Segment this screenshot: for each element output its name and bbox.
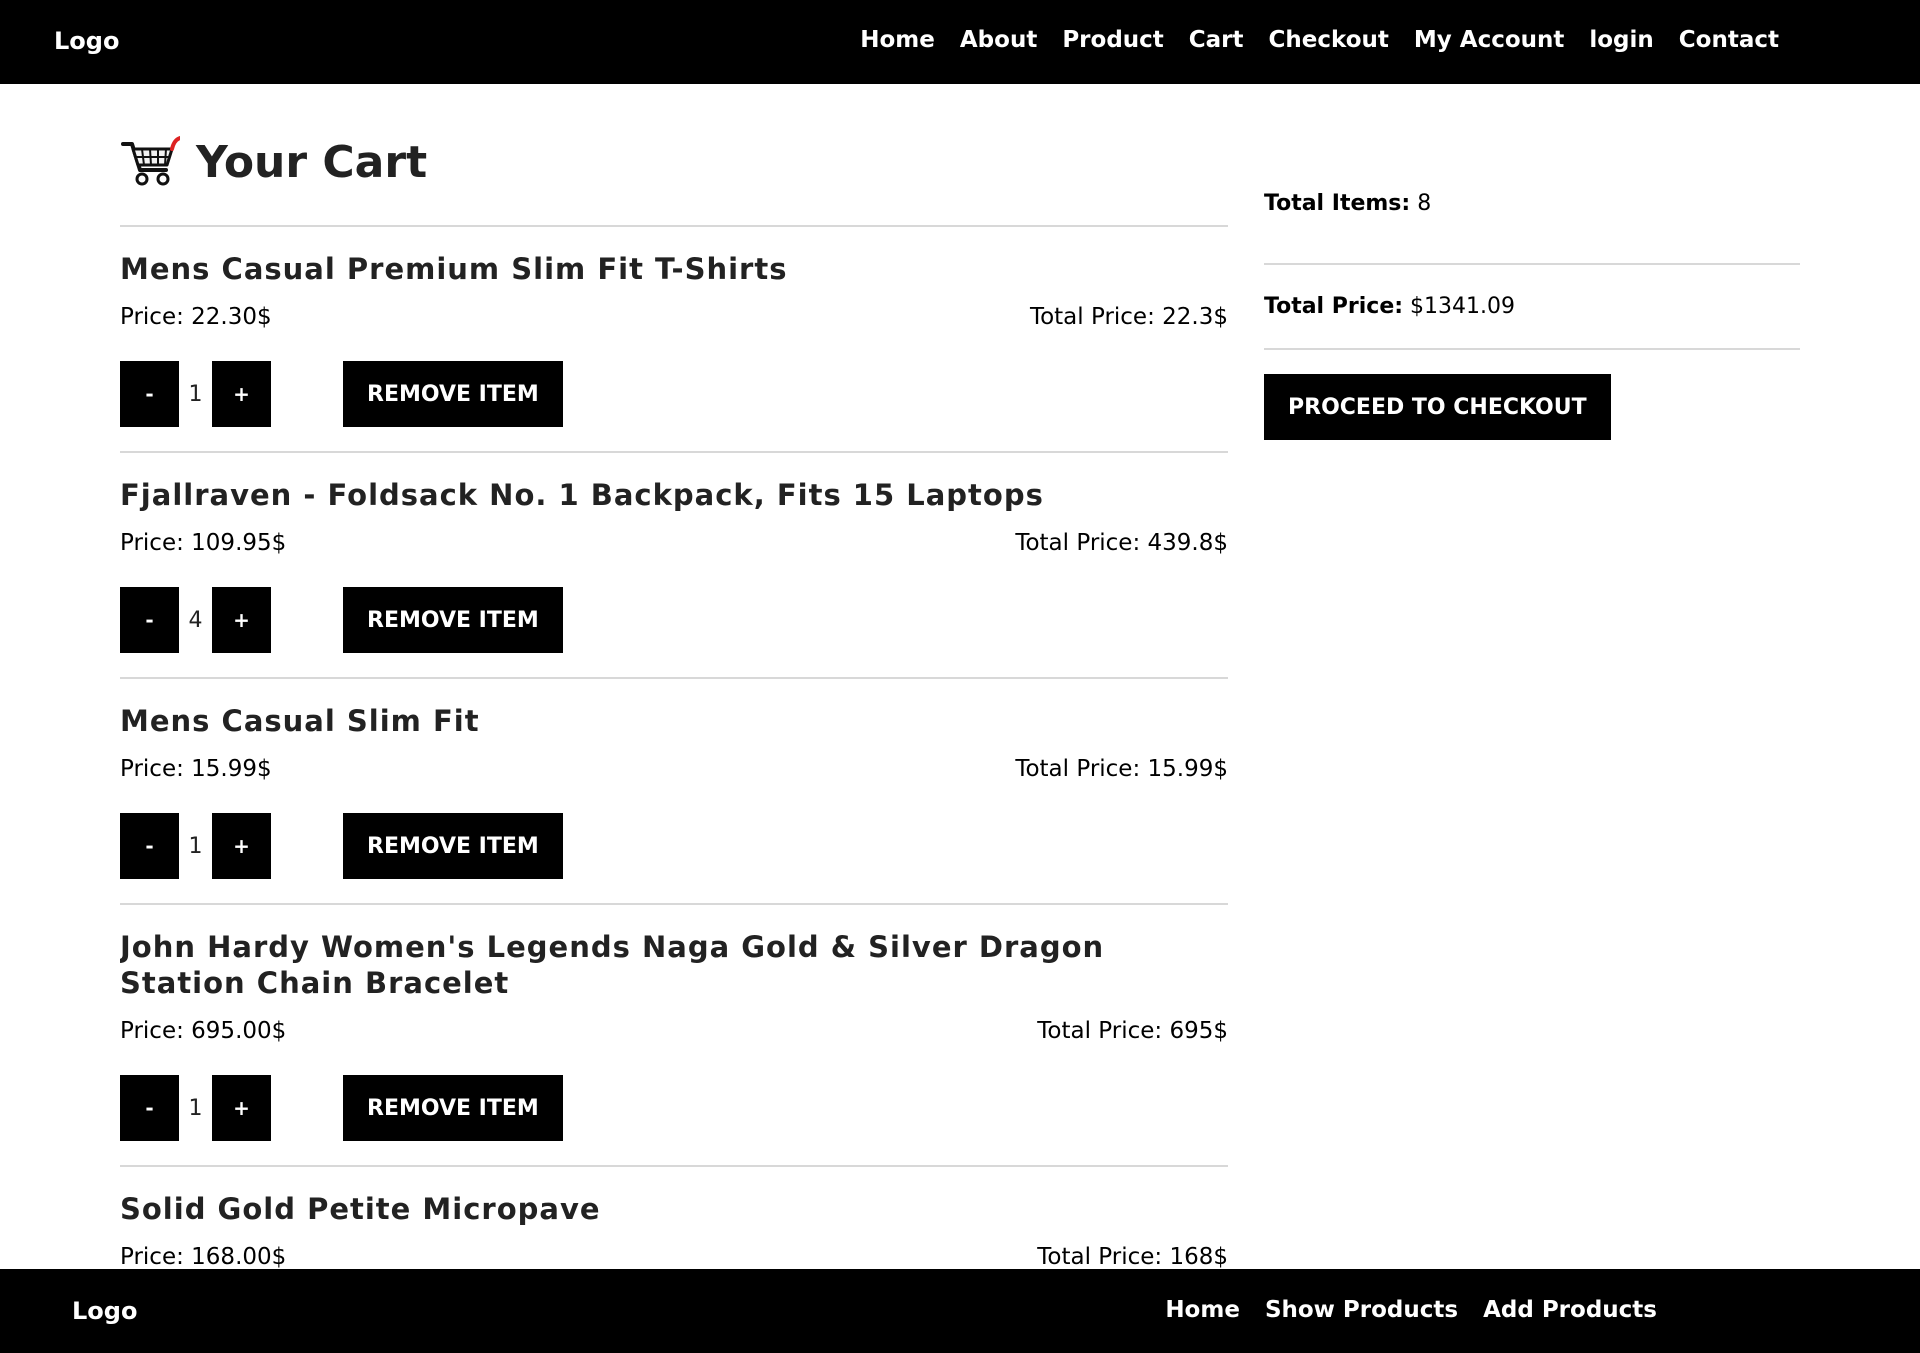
item-controls: - 1 + REMOVE ITEM <box>120 813 1228 879</box>
item-quantity: 1 <box>188 833 203 859</box>
cart-item: John Hardy Women's Legends Naga Gold & S… <box>120 903 1228 1141</box>
increase-qty-button[interactable]: + <box>212 813 271 879</box>
nav-checkout-link[interactable]: Checkout <box>1269 27 1389 53</box>
remove-item-button[interactable]: REMOVE ITEM <box>343 1075 563 1141</box>
increase-qty-button[interactable]: + <box>212 361 271 427</box>
cart-item: Solid Gold Petite Micropave Price: 168.0… <box>120 1165 1228 1269</box>
remove-item-button[interactable]: REMOVE ITEM <box>343 813 563 879</box>
decrease-qty-button[interactable]: - <box>120 1075 179 1141</box>
cart-item: Fjallraven - Foldsack No. 1 Backpack, Fi… <box>120 451 1228 653</box>
cart-main: Your Cart Mens Casual Premium Slim Fit T… <box>120 84 1228 1269</box>
header-logo[interactable]: Logo <box>54 27 119 55</box>
item-unit-price: Price: 15.99$ <box>120 756 272 782</box>
item-unit-price: Price: 168.00$ <box>120 1244 287 1269</box>
item-name: John Hardy Women's Legends Naga Gold & S… <box>120 930 1105 1000</box>
total-price-value: $1341.09 <box>1410 294 1516 319</box>
item-total-price: Total Price: 695$ <box>1037 1018 1228 1044</box>
item-unit-price: Price: 22.30$ <box>120 304 272 330</box>
item-name: Fjallraven - Foldsack No. 1 Backpack, Fi… <box>120 478 1044 512</box>
item-price-row: Price: 15.99$ Total Price: 15.99$ <box>120 751 1228 787</box>
total-items-row: Total Items: 8 <box>1264 181 1800 265</box>
item-name: Mens Casual Slim Fit <box>120 704 480 738</box>
item-unit-price: Price: 109.95$ <box>120 530 287 556</box>
footer-nav: Home Show Products Add Products <box>1165 1297 1657 1323</box>
cart-item: Mens Casual Premium Slim Fit T-Shirts Pr… <box>120 225 1228 427</box>
nav-contact-link[interactable]: Contact <box>1679 27 1779 53</box>
item-name: Solid Gold Petite Micropave <box>120 1192 601 1226</box>
top-navbar: Logo Home About Product Cart Checkout My… <box>0 0 1920 84</box>
item-quantity: 1 <box>188 1095 203 1121</box>
total-price-row: Total Price: $1341.09 <box>1264 265 1800 350</box>
item-price-row: Price: 168.00$ Total Price: 168$ <box>120 1239 1228 1269</box>
item-total-price: Total Price: 168$ <box>1037 1244 1228 1269</box>
increase-qty-button[interactable]: + <box>212 587 271 653</box>
nav-login-link[interactable]: login <box>1589 27 1653 53</box>
footer-home-link[interactable]: Home <box>1165 1297 1240 1323</box>
footer-add-products-link[interactable]: Add Products <box>1483 1297 1657 1323</box>
total-items-label: Total Items: <box>1264 191 1411 216</box>
remove-item-button[interactable]: REMOVE ITEM <box>343 587 563 653</box>
nav-product-link[interactable]: Product <box>1062 27 1163 53</box>
cart-items-list: Mens Casual Premium Slim Fit T-Shirts Pr… <box>120 225 1228 1269</box>
increase-qty-button[interactable]: + <box>212 1075 271 1141</box>
item-price-row: Price: 22.30$ Total Price: 22.3$ <box>120 299 1228 335</box>
proceed-to-checkout-button[interactable]: PROCEED TO CHECKOUT <box>1264 374 1611 440</box>
cart-item: Mens Casual Slim Fit Price: 15.99$ Total… <box>120 677 1228 879</box>
page-title: Your Cart <box>196 136 428 188</box>
cart-summary: Total Items: 8 Total Price: $1341.09 PRO… <box>1264 84 1800 440</box>
total-price-label: Total Price: <box>1264 294 1404 319</box>
footer-logo[interactable]: Logo <box>72 1297 137 1325</box>
nav-about-link[interactable]: About <box>960 27 1037 53</box>
decrease-qty-button[interactable]: - <box>120 587 179 653</box>
item-unit-price: Price: 695.00$ <box>120 1018 287 1044</box>
nav-my-account-link[interactable]: My Account <box>1414 27 1565 53</box>
cart-heading: Your Cart <box>120 132 427 192</box>
item-total-price: Total Price: 439.8$ <box>1015 530 1228 556</box>
item-quantity: 1 <box>188 381 203 407</box>
decrease-qty-button[interactable]: - <box>120 813 179 879</box>
footer-show-products-link[interactable]: Show Products <box>1265 1297 1458 1323</box>
item-quantity: 4 <box>188 607 203 633</box>
remove-item-button[interactable]: REMOVE ITEM <box>343 361 563 427</box>
shopping-cart-icon <box>120 134 180 190</box>
item-price-row: Price: 109.95$ Total Price: 439.8$ <box>120 525 1228 561</box>
item-controls: - 4 + REMOVE ITEM <box>120 587 1228 653</box>
item-total-price: Total Price: 22.3$ <box>1029 304 1228 330</box>
decrease-qty-button[interactable]: - <box>120 361 179 427</box>
nav-cart-link[interactable]: Cart <box>1189 27 1244 53</box>
item-price-row: Price: 695.00$ Total Price: 695$ <box>120 1013 1228 1049</box>
total-items-value: 8 <box>1417 191 1432 216</box>
item-total-price: Total Price: 15.99$ <box>1015 756 1228 782</box>
item-controls: - 1 + REMOVE ITEM <box>120 1075 1228 1141</box>
item-name: Mens Casual Premium Slim Fit T-Shirts <box>120 252 788 286</box>
nav-home-link[interactable]: Home <box>860 27 935 53</box>
footer-bar: Logo Home Show Products Add Products <box>0 1269 1920 1353</box>
main-nav: Home About Product Cart Checkout My Acco… <box>860 27 1779 53</box>
item-controls: - 1 + REMOVE ITEM <box>120 361 1228 427</box>
